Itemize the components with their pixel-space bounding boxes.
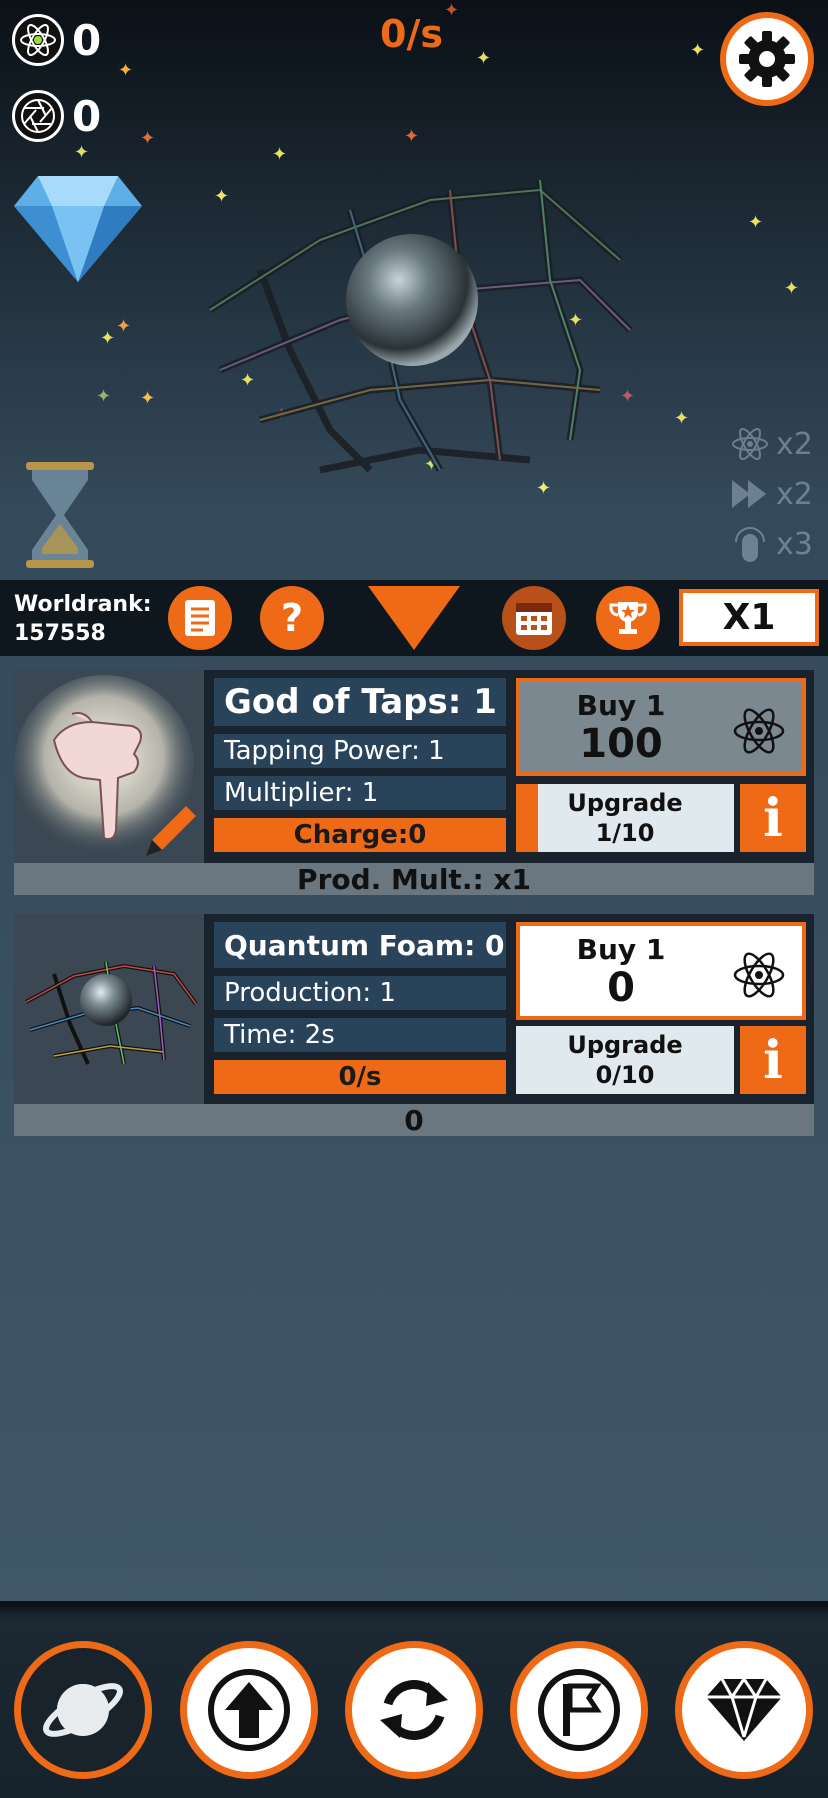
triangle-down-icon [368, 586, 460, 650]
rank-toolbar: Worldrank: 157558 ? X1 [0, 580, 828, 656]
quantum-foam-tap-target[interactable] [200, 170, 640, 484]
buy-multiplier-button[interactable]: X1 [679, 589, 819, 646]
boost-speed[interactable]: x2 [730, 474, 813, 514]
flag-icon [538, 1669, 620, 1751]
upgrade-label: Upgrade [567, 1031, 683, 1059]
generator-card-god-of-taps: God of Taps: 1 Tapping Power: 1 Multipli… [14, 670, 814, 896]
charge-bar: Charge:0 [214, 818, 506, 852]
generator-stat: Production: 1 [214, 976, 506, 1010]
antimatter-count: 0 [72, 91, 102, 141]
atom-icon [12, 14, 64, 66]
production-rate: 0/s [380, 12, 443, 56]
news-button[interactable] [168, 586, 232, 650]
atom-icon [733, 708, 785, 754]
generator-total-bar: 0 [14, 1104, 814, 1137]
prod-multiplier-bar: Prod. Mult.: x1 [14, 863, 814, 896]
upgrade-progress: 0/10 [595, 1061, 655, 1089]
calendar-icon [516, 603, 552, 635]
help-button[interactable]: ? [260, 586, 324, 650]
info-button[interactable]: i [740, 784, 806, 852]
calendar-button[interactable] [502, 586, 566, 650]
aperture-icon [12, 90, 64, 142]
planet-icon [43, 1683, 123, 1737]
upgrade-button[interactable]: Upgrade 0/10 [516, 1026, 734, 1094]
settings-button[interactable] [720, 12, 814, 106]
generator-title: God of Taps: 1 [214, 678, 506, 726]
upgrade-progress-fill [516, 784, 538, 852]
nav-prestige-button[interactable] [345, 1641, 483, 1779]
gem-shop-icon [706, 1678, 782, 1741]
boost-atoms[interactable]: x2 [730, 424, 813, 464]
reset-cycle-icon [380, 1680, 448, 1740]
nav-shop-button[interactable] [675, 1641, 813, 1779]
antimatter-counter: 0 [12, 90, 101, 142]
nav-missions-button[interactable] [510, 1641, 648, 1779]
bottom-navigation [0, 1601, 828, 1798]
atom-icon [733, 952, 785, 998]
achievements-button[interactable] [596, 586, 660, 650]
buy-cost: 0 [607, 964, 635, 1011]
generator-thumbnail [14, 670, 204, 863]
info-button[interactable]: i [740, 1026, 806, 1094]
boost-label: x2 [776, 476, 813, 512]
atoms-count: 0 [72, 15, 102, 65]
buy-button[interactable]: Buy 1 0 [516, 922, 806, 1020]
boost-taps[interactable]: x3 [730, 524, 813, 564]
upgrade-label: Upgrade [567, 789, 683, 817]
buy-cost: 100 [579, 720, 663, 767]
quantum-foam-icon [25, 961, 198, 1065]
buy-label: Buy 1 [576, 932, 666, 966]
generator-title: Quantum Foam: 0 [214, 922, 506, 968]
boost-label: x2 [776, 426, 813, 462]
buy-label: Buy 1 [576, 688, 666, 722]
nav-upgrades-button[interactable] [180, 1641, 318, 1779]
generator-thumbnail [14, 914, 204, 1104]
collapse-toggle[interactable] [368, 586, 460, 654]
gear-icon [739, 31, 795, 87]
trophy-icon [609, 602, 647, 634]
nav-planet-button[interactable] [14, 1641, 152, 1779]
generator-stat: Multiplier: 1 [214, 776, 506, 810]
worldrank-value: 157558 [14, 621, 106, 646]
worldrank-label: Worldrank: [14, 592, 152, 617]
boost-list: x2 x2 x3 [730, 424, 813, 564]
upgrade-progress: 1/10 [595, 819, 655, 847]
hourglass-icon[interactable] [24, 462, 96, 572]
atoms-counter: 0 [12, 14, 101, 66]
worldrank[interactable]: Worldrank: 157558 [14, 590, 152, 648]
fast-forward-icon [730, 474, 770, 514]
upgrade-button[interactable]: Upgrade 1/10 [516, 784, 734, 852]
generator-card-quantum-foam: Quantum Foam: 0 Production: 1 Time: 2s 0… [14, 914, 814, 1137]
boost-label: x3 [776, 526, 813, 562]
atom-icon [730, 424, 770, 464]
upgrade-arrow-icon [208, 1669, 290, 1751]
generator-stat: Time: 2s [214, 1018, 506, 1052]
document-icon [185, 600, 215, 636]
diamond-icon[interactable] [12, 172, 144, 288]
buy-button[interactable]: Buy 1 100 [516, 678, 806, 776]
finger-tap-icon [730, 524, 770, 564]
production-bar: 0/s [214, 1060, 506, 1094]
generator-stat: Tapping Power: 1 [214, 734, 506, 768]
question-icon: ? [280, 596, 304, 640]
